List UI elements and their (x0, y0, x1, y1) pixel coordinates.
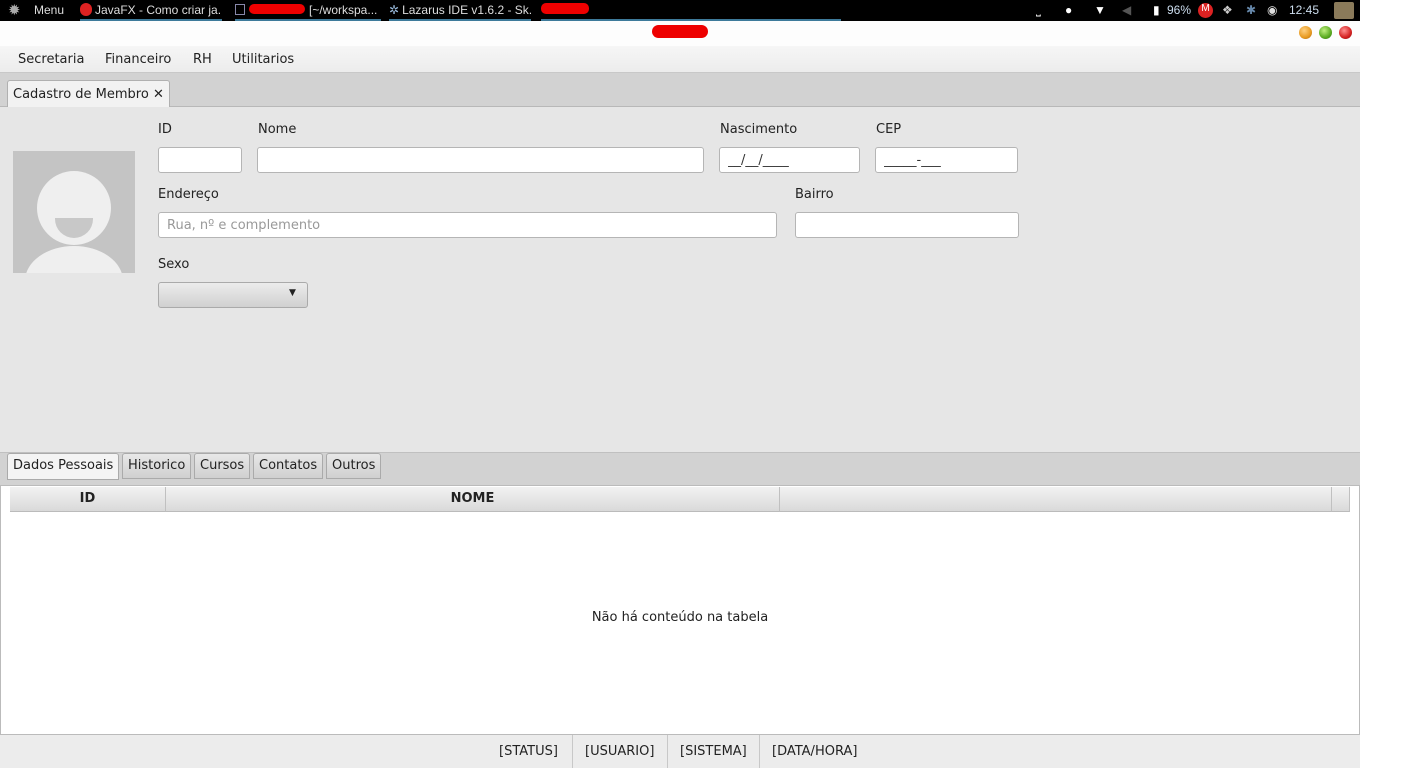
clock-app-icon[interactable]: ◉ (1267, 3, 1277, 17)
clock: 12:45 (1289, 3, 1320, 17)
main-tab-header: Cadastro de Membro ✕ (0, 73, 1360, 107)
menu-secretaria[interactable]: Secretaria (18, 52, 84, 67)
tab-historico[interactable]: Historico (122, 453, 192, 479)
table-empty-message: Não há conteúdo na tabela (591, 610, 769, 625)
volume-icon[interactable]: ◀ (1122, 3, 1131, 17)
lazarus-icon: ✲ (389, 3, 400, 17)
tab-dados-pessoais[interactable]: Dados Pessoais (7, 453, 120, 480)
tab-label: Cadastro de Membro (13, 87, 149, 102)
menu-utilitarios[interactable]: Utilitarios (232, 52, 294, 67)
status-divider (572, 735, 573, 768)
redaction (652, 25, 708, 38)
details-tab-header: Dados Pessoais Historico Cursos Contatos… (0, 452, 1360, 485)
task-workspace[interactable]: [~/workspa... (235, 0, 381, 21)
close-button[interactable] (1339, 26, 1352, 39)
task-redacted[interactable] (541, 0, 841, 21)
nome-input[interactable] (257, 147, 704, 173)
tab-contatos[interactable]: Contatos (253, 453, 324, 479)
system-menu-button[interactable]: Menu (34, 3, 64, 17)
members-table[interactable]: ID NOME Não há conteúdo na tabela (0, 485, 1360, 735)
status-datahora: [DATA/HORA] (772, 744, 858, 759)
nome-label: Nome (258, 122, 297, 137)
bluetooth-icon[interactable]: ✱ (1246, 3, 1256, 17)
close-tab-icon[interactable]: ✕ (153, 87, 164, 102)
redaction (249, 4, 305, 14)
battery-percent: 96% (1167, 3, 1192, 17)
task-label: [~/workspa... (309, 3, 378, 17)
bairro-input[interactable] (795, 212, 1019, 238)
cep-input[interactable] (875, 147, 1018, 173)
menu-rh[interactable]: RH (193, 52, 212, 67)
task-label: JavaFX - Como criar ja... (95, 3, 222, 17)
chevron-down-icon: ▼ (289, 288, 296, 298)
task-javafx[interactable]: JavaFX - Como criar ja... (80, 0, 222, 21)
system-taskbar: ✹ Menu JavaFX - Como criar ja... [~/work… (0, 0, 1360, 21)
column-header-id[interactable]: ID (10, 487, 166, 512)
redaction (541, 3, 589, 14)
sexo-select[interactable]: ▼ (158, 282, 308, 308)
menu-bar: Secretaria Financeiro RH Utilitarios (0, 46, 1360, 73)
column-header-nome[interactable]: NOME (166, 487, 780, 512)
endereco-input[interactable] (158, 212, 777, 238)
id-input[interactable] (158, 147, 242, 173)
dropbox-icon[interactable]: ❖ (1222, 3, 1233, 17)
column-menu-corner[interactable] (1332, 487, 1350, 512)
desktop-icon[interactable]: ⎵ (1036, 3, 1041, 18)
menu-gear-icon[interactable]: ✹ (8, 1, 21, 19)
cep-label: CEP (876, 122, 902, 137)
tab-cadastro-membro[interactable]: Cadastro de Membro ✕ (7, 80, 170, 107)
avatar-placeholder[interactable] (13, 151, 135, 273)
id-label: ID (158, 122, 172, 137)
nascimento-label: Nascimento (720, 122, 798, 137)
sexo-label: Sexo (158, 257, 190, 272)
mega-icon[interactable]: M (1198, 3, 1213, 18)
tab-outros[interactable]: Outros (326, 453, 382, 479)
task-lazarus[interactable]: ✲ Lazarus IDE v1.6.2 - Sk... (389, 0, 531, 21)
battery-icon[interactable]: ▮ (1153, 3, 1160, 17)
status-bar: [STATUS] [USUARIO] [SISTEMA] [DATA/HORA] (0, 735, 1360, 768)
status-sistema: [SISTEMA] (680, 744, 747, 759)
window-titlebar (0, 21, 1360, 46)
status-divider (759, 735, 760, 768)
tab-cursos[interactable]: Cursos (194, 453, 251, 479)
intellij-icon (235, 4, 245, 15)
avatar-body (25, 246, 123, 273)
menu-financeiro[interactable]: Financeiro (105, 52, 171, 67)
maximize-button[interactable] (1319, 26, 1332, 39)
bairro-label: Bairro (795, 187, 834, 202)
nascimento-input[interactable] (719, 147, 860, 173)
user-icon[interactable]: ● (1065, 3, 1072, 17)
status-status: [STATUS] (499, 744, 558, 759)
status-divider (667, 735, 668, 768)
status-usuario: [USUARIO] (585, 744, 655, 759)
opera-icon (80, 3, 92, 16)
folder-icon[interactable] (1334, 2, 1354, 19)
column-header-blank[interactable] (780, 487, 1332, 512)
endereco-label: Endereço (158, 187, 219, 202)
task-label: Lazarus IDE v1.6.2 - Sk... (402, 3, 531, 17)
wifi-icon[interactable]: ▼ (1094, 3, 1106, 17)
minimize-button[interactable] (1299, 26, 1312, 39)
